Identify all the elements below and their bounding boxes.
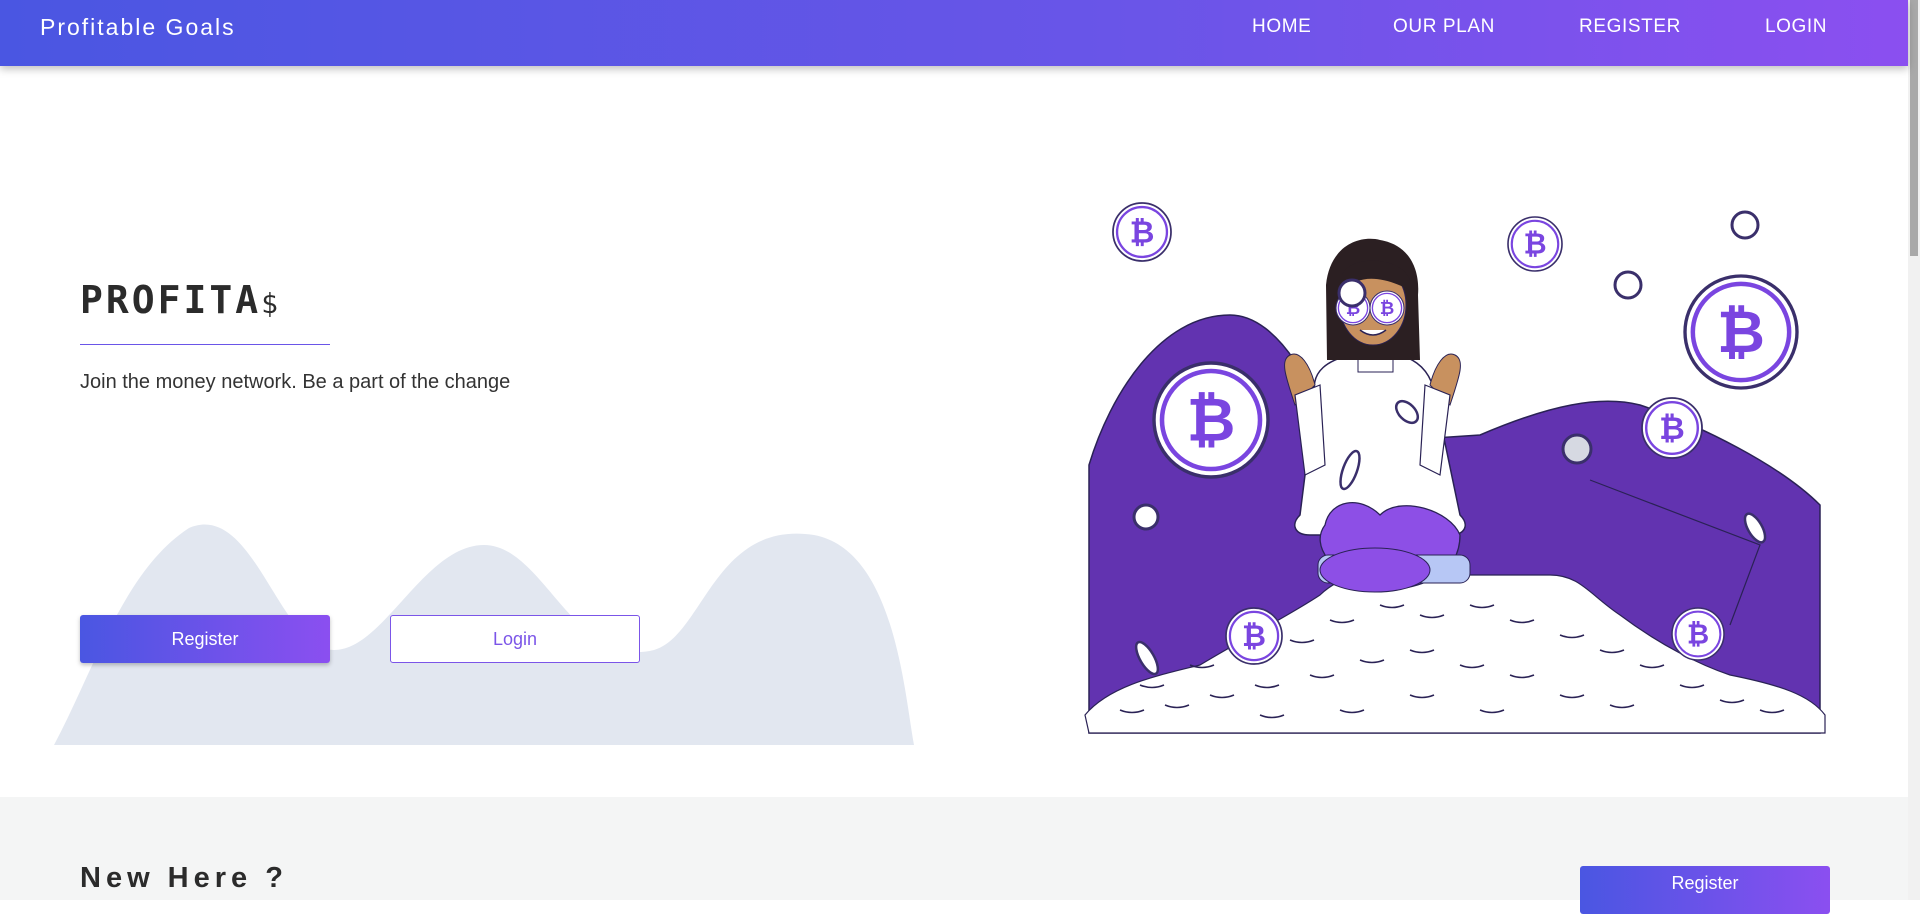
hero-login-button[interactable]: Login xyxy=(390,615,640,663)
nav-link-login[interactable]: LOGIN xyxy=(1765,16,1827,38)
hero-title-dollar: $ xyxy=(261,287,279,320)
hero-title: PROFITA$ xyxy=(80,278,278,322)
brand-logo-text[interactable]: Profitable Goals xyxy=(40,14,236,41)
new-here-register-button[interactable]: Register xyxy=(1580,866,1830,914)
hero-title-underline xyxy=(80,344,330,345)
nav-link-our-plan[interactable]: OUR PLAN xyxy=(1393,16,1495,38)
new-here-title: New Here ? xyxy=(80,862,288,894)
nav-link-home[interactable]: HOME xyxy=(1252,16,1311,38)
hero-register-button[interactable]: Register xyxy=(80,615,330,663)
hero-title-text: PROFITA xyxy=(80,278,262,322)
bitcoin-meditation-illustration: ₿ xyxy=(1084,195,1826,734)
hero-subtitle: Join the money network. Be a part of the… xyxy=(80,371,511,393)
page-scrollbar[interactable] xyxy=(1908,0,1920,900)
top-navbar: Profitable Goals HOME OUR PLAN REGISTER … xyxy=(0,0,1908,66)
scrollbar-thumb[interactable] xyxy=(1910,0,1918,256)
nav-link-register[interactable]: REGISTER xyxy=(1579,16,1681,38)
